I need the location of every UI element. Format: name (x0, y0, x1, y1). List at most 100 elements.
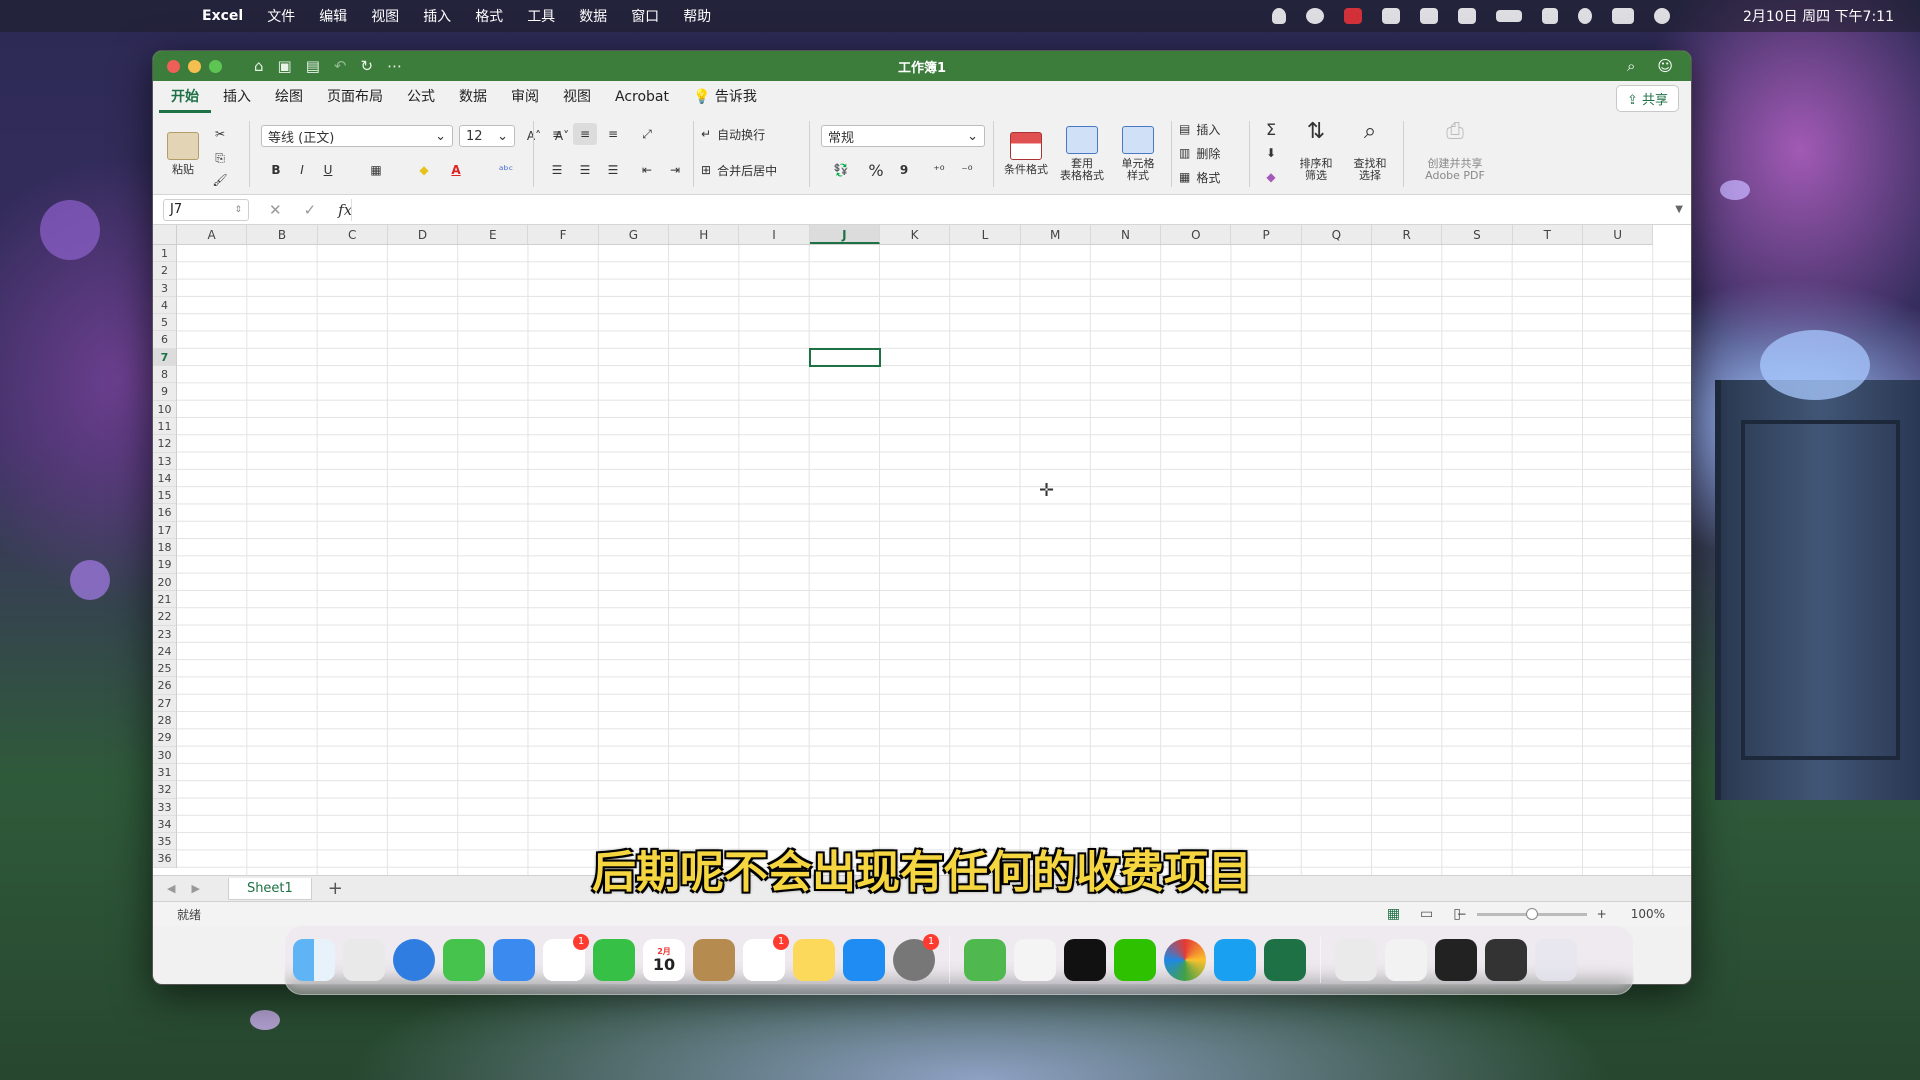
tab-formulas[interactable]: 公式 (395, 81, 447, 113)
merge-center-button[interactable]: ⊞ 合并后居中 (701, 159, 801, 181)
system-preferences-icon[interactable]: 1 (893, 934, 939, 981)
row-header-21[interactable]: 21 (153, 591, 176, 609)
row-header-5[interactable]: 5 (153, 314, 176, 332)
column-header-h[interactable]: H (669, 225, 740, 244)
prev-sheet-icon[interactable]: ◀ (167, 882, 175, 895)
menubar-item-data[interactable]: 数据 (579, 6, 607, 26)
tell-me-search[interactable]: 💡 告诉我 (681, 81, 769, 113)
redo-icon[interactable]: ↻ (360, 57, 373, 75)
column-header-b[interactable]: B (247, 225, 318, 244)
sheet-tab-sheet1[interactable]: Sheet1 (227, 877, 312, 900)
record-icon[interactable] (1344, 8, 1362, 24)
menubar-item-format[interactable]: 格式 (475, 6, 503, 26)
folder-stack-icon[interactable] (1385, 939, 1427, 981)
menubar-item-help[interactable]: 帮助 (683, 6, 711, 26)
row-header-36[interactable]: 36 (153, 850, 176, 868)
decrease-indent-icon[interactable]: ⇤ (635, 159, 659, 181)
font-color-icon[interactable]: A (443, 159, 469, 181)
cell-styles-button[interactable]: 单元格 样式 (1111, 121, 1165, 187)
document-icon[interactable] (1335, 939, 1377, 981)
column-header-s[interactable]: S (1442, 225, 1513, 244)
cells-area[interactable] (177, 245, 1691, 875)
spotlight-search-icon[interactable] (1578, 8, 1592, 24)
row-header-3[interactable]: 3 (153, 280, 176, 297)
row-header-33[interactable]: 33 (153, 799, 176, 816)
row-header-29[interactable]: 29 (153, 729, 176, 747)
row-header-1[interactable]: 1 (153, 245, 176, 263)
column-header-r[interactable]: R (1372, 225, 1443, 244)
menubar-item-edit[interactable]: 编辑 (319, 6, 347, 26)
bold-button[interactable]: B (265, 159, 287, 181)
minimize-window-button[interactable] (188, 59, 201, 73)
active-cell-j7[interactable] (808, 347, 881, 367)
column-header-d[interactable]: D (388, 225, 459, 244)
row-header-9[interactable]: 9 (153, 383, 176, 401)
save-as-icon[interactable]: ▤ (306, 57, 320, 75)
row-header-10[interactable]: 10 (153, 401, 176, 418)
format-painter-icon[interactable]: 🖌 (209, 169, 231, 191)
siri-icon[interactable] (1654, 8, 1670, 24)
accounting-format-icon[interactable]: 💱 (825, 159, 857, 181)
column-header-o[interactable]: O (1161, 225, 1232, 244)
row-header-32[interactable]: 32 (153, 781, 176, 799)
row-header-22[interactable]: 22 (153, 608, 176, 626)
row-header-25[interactable]: 25 (153, 660, 176, 678)
more-icon[interactable]: ⋯ (387, 57, 402, 75)
row-header-2[interactable]: 2 (153, 262, 176, 280)
photos-icon[interactable]: 1 (543, 934, 589, 981)
row-header-13[interactable]: 13 (153, 453, 176, 470)
row-header-23[interactable]: 23 (153, 626, 176, 643)
conditional-format-button[interactable]: 条件格式 (999, 121, 1053, 187)
cancel-formula-icon[interactable]: ✕ (269, 201, 282, 219)
decrease-decimal-icon[interactable]: ⁻⁰ (955, 159, 979, 181)
row-header-6[interactable]: 6 (153, 331, 176, 349)
wrap-text-button[interactable]: ↵ 自动换行 (701, 123, 791, 145)
wifi-icon[interactable] (1542, 8, 1558, 24)
column-header-m[interactable]: M (1021, 225, 1091, 244)
column-header-f[interactable]: F (528, 225, 599, 244)
column-header-l[interactable]: L (950, 225, 1021, 244)
zoom-out-button[interactable]: − (1457, 907, 1467, 921)
zoom-window-button[interactable] (209, 59, 222, 73)
share-status-icon[interactable] (1420, 8, 1438, 24)
row-header-26[interactable]: 26 (153, 677, 176, 695)
find-select-button[interactable]: ⌕ 查找和 选择 (1345, 121, 1395, 187)
align-right-icon[interactable]: ☰ (601, 159, 625, 181)
messages-icon[interactable] (443, 939, 485, 981)
tab-acrobat[interactable]: Acrobat (603, 81, 681, 113)
autosum-icon[interactable]: Σ (1257, 119, 1285, 139)
next-sheet-icon[interactable]: ▶ (191, 882, 199, 895)
delete-cells-button[interactable]: ▥ 删除 (1179, 143, 1243, 163)
increase-decimal-icon[interactable]: ⁺⁰ (927, 159, 951, 181)
format-as-table-button[interactable]: 套用 表格格式 (1055, 121, 1109, 187)
percent-style-button[interactable]: % (865, 159, 887, 181)
save-icon[interactable]: ▣ (278, 57, 292, 75)
column-header-e[interactable]: E (458, 225, 529, 244)
confirm-formula-icon[interactable]: ✓ (304, 201, 317, 219)
notification-bell-icon[interactable] (1272, 8, 1286, 24)
worksheet-grid[interactable]: ABCDEFGHIJKLMNOPQRSTU 1 2 3 4 5 6 7 8 9 10 11 12 13 1… (153, 225, 1691, 875)
home-icon[interactable]: ⌂ (254, 57, 264, 75)
tab-insert[interactable]: 插入 (211, 81, 263, 113)
paste-button[interactable]: 粘贴 (163, 121, 203, 187)
row-header-34[interactable]: 34 (153, 816, 176, 834)
menubar-clock[interactable]: 2月10日 周四 下午7:11 (1743, 6, 1894, 26)
account-icon[interactable]: ☺ (1657, 57, 1673, 75)
baidu-netdisk-icon[interactable] (1014, 939, 1056, 981)
row-header-35[interactable]: 35 (153, 833, 176, 851)
add-sheet-button[interactable]: + (328, 878, 343, 899)
zoom-slider[interactable] (1476, 907, 1587, 920)
tab-home[interactable]: 开始 (159, 81, 211, 113)
menubar-item-file[interactable]: 文件 (267, 6, 295, 26)
facetime-icon[interactable] (593, 939, 635, 981)
screenshot-stack-icon[interactable] (1435, 939, 1477, 981)
column-header-k[interactable]: K (880, 225, 951, 244)
align-top-icon[interactable]: ≡ (545, 123, 569, 145)
tab-data[interactable]: 数据 (447, 81, 499, 113)
clash-app-icon[interactable] (964, 939, 1006, 981)
row-header-7[interactable]: 7 (153, 348, 176, 367)
search-icon[interactable]: ⌕ (1627, 57, 1635, 75)
row-header-11[interactable]: 11 (153, 418, 176, 436)
row-header-4[interactable]: 4 (153, 297, 176, 315)
qq-icon[interactable] (1214, 939, 1256, 981)
